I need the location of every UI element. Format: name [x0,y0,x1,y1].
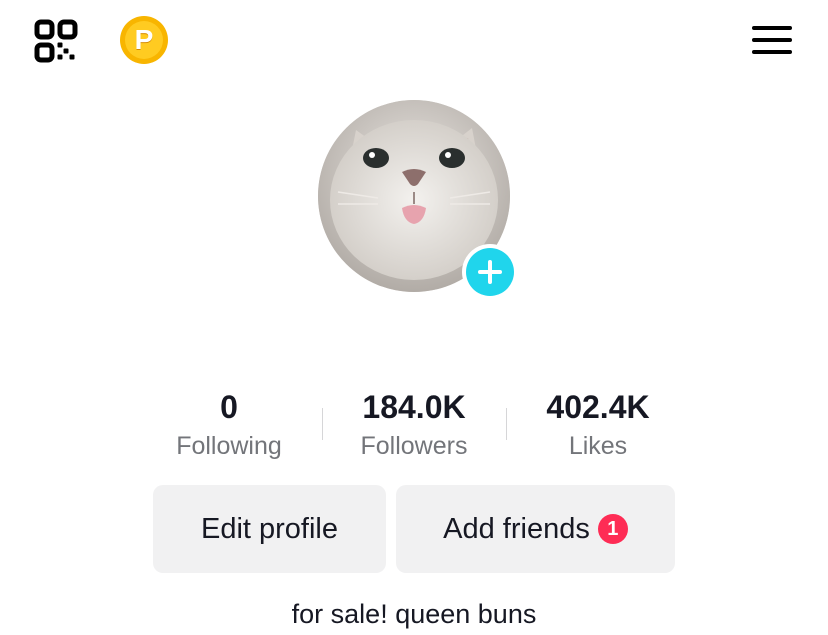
profile-bio: for sale! queen buns [291,599,537,629]
stat-likes[interactable]: 402.4K Likes [518,388,678,466]
followers-label: Followers [360,432,468,460]
qr-code-button[interactable] [34,19,78,63]
profile-avatar-container [318,100,518,300]
stat-divider [322,408,323,440]
plus-icon [478,260,502,284]
notification-badge: 1 [597,514,628,544]
stat-following[interactable]: 0 Following [149,388,309,466]
following-label: Following [176,432,282,460]
following-count: 0 [220,389,238,425]
hamburger-menu-icon [752,26,792,30]
coin-letter: P [134,24,154,55]
coin-button[interactable]: P [120,16,168,64]
coin-icon: P [125,21,163,59]
add-avatar-button[interactable] [462,244,518,300]
stat-followers[interactable]: 184.0K Followers [334,388,494,466]
qr-code-icon [34,19,78,63]
edit-profile-button[interactable]: Edit profile [153,485,386,573]
edit-profile-label: Edit profile [200,512,338,545]
add-friends-label: Add friends [443,512,590,545]
add-friends-button[interactable]: Add friends 1 [396,485,675,573]
stat-divider [506,408,507,440]
menu-button[interactable] [752,24,792,56]
followers-count: 184.0K [362,389,466,425]
likes-label: Likes [568,432,628,460]
likes-count: 402.4K [546,389,650,425]
